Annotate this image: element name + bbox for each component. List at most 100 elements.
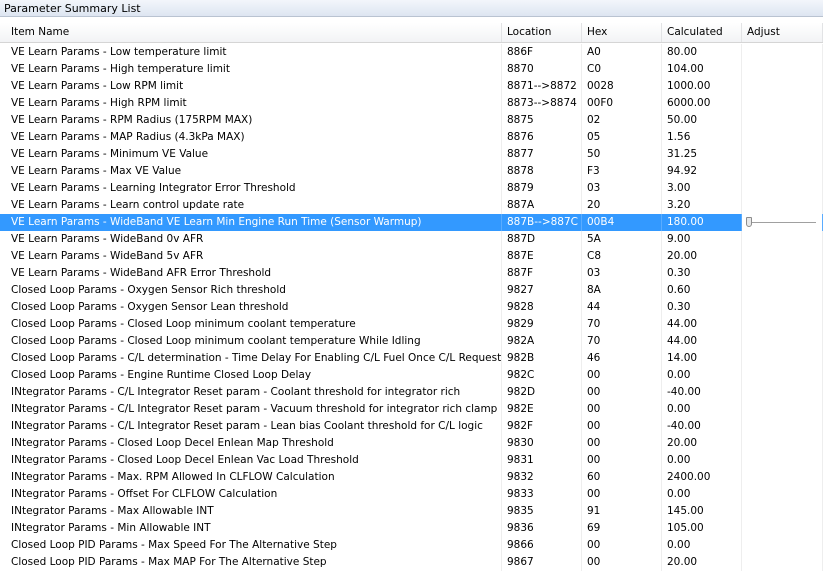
location-cell: 982D bbox=[502, 384, 582, 401]
hex-cell: 46 bbox=[582, 350, 662, 367]
item-name-cell: Closed Loop Params - Engine Runtime Clos… bbox=[6, 367, 502, 384]
location-cell: 9831 bbox=[502, 452, 582, 469]
adjust-cell bbox=[742, 265, 823, 282]
hex-cell: 50 bbox=[582, 146, 662, 163]
table-row[interactable]: VE Learn Params - WideBand AFR Error Thr… bbox=[0, 265, 823, 282]
table-row[interactable]: VE Learn Params - MAP Radius (4.3kPa MAX… bbox=[0, 129, 823, 146]
item-name-cell: VE Learn Params - High RPM limit bbox=[6, 95, 502, 112]
item-name-cell: Closed Loop PID Params - Max MAP For The… bbox=[6, 554, 502, 571]
table-row[interactable]: Closed Loop Params - Oxygen Sensor Rich … bbox=[0, 282, 823, 299]
table-row[interactable]: VE Learn Params - High RPM limit 8873-->8… bbox=[0, 95, 823, 112]
calculated-cell: -40.00 bbox=[662, 418, 742, 435]
hex-cell: 91 bbox=[582, 503, 662, 520]
item-name-cell: VE Learn Params - Learning Integrator Er… bbox=[6, 180, 502, 197]
calculated-cell: 3.00 bbox=[662, 180, 742, 197]
hex-cell: 00F0 bbox=[582, 95, 662, 112]
location-cell: 887E bbox=[502, 248, 582, 265]
adjust-cell bbox=[742, 163, 823, 180]
hex-cell: 00 bbox=[582, 435, 662, 452]
table-row[interactable]: INtegrator Params - Max Allowable INT 983… bbox=[0, 503, 823, 520]
table-row[interactable]: VE Learn Params - Max VE Value 8878 F3 94.9… bbox=[0, 163, 823, 180]
table-row[interactable]: VE Learn Params - High temperature limit… bbox=[0, 61, 823, 78]
location-cell: 886F bbox=[502, 44, 582, 61]
column-header-item-name[interactable]: Item Name bbox=[6, 23, 502, 42]
table-row[interactable]: VE Learn Params - RPM Radius (175RPM MAX… bbox=[0, 112, 823, 129]
calculated-cell: 0.30 bbox=[662, 265, 742, 282]
adjust-cell bbox=[742, 367, 823, 384]
table-row[interactable]: Closed Loop PID Params - Max Speed For T… bbox=[0, 537, 823, 554]
hex-cell: 0028 bbox=[582, 78, 662, 95]
table-row[interactable]: VE Learn Params - WideBand 5v AFR 887E C8 2… bbox=[0, 248, 823, 265]
adjust-cell bbox=[742, 180, 823, 197]
column-header-adjust[interactable]: Adjust bbox=[742, 23, 823, 42]
column-header-calculated[interactable]: Calculated bbox=[662, 23, 742, 42]
table-row[interactable]: Closed Loop PID Params - Max MAP For The… bbox=[0, 554, 823, 571]
adjust-slider-track[interactable] bbox=[746, 222, 816, 223]
table-row[interactable]: Closed Loop Params - Oxygen Sensor Lean … bbox=[0, 299, 823, 316]
hex-cell: 44 bbox=[582, 299, 662, 316]
adjust-cell bbox=[742, 435, 823, 452]
adjust-cell bbox=[742, 384, 823, 401]
table-row[interactable]: INtegrator Params - Min Allowable INT 983… bbox=[0, 520, 823, 537]
adjust-cell bbox=[742, 248, 823, 265]
table-row[interactable]: INtegrator Params - Closed Loop Decel En… bbox=[0, 435, 823, 452]
location-cell: 8878 bbox=[502, 163, 582, 180]
location-cell: 887D bbox=[502, 231, 582, 248]
table-row[interactable]: INtegrator Params - C/L Integrator Reset… bbox=[0, 418, 823, 435]
table-row[interactable]: INtegrator Params - C/L Integrator Reset… bbox=[0, 401, 823, 418]
location-cell: 887A bbox=[502, 197, 582, 214]
location-cell: 9835 bbox=[502, 503, 582, 520]
table-row[interactable]: INtegrator Params - C/L Integrator Reset… bbox=[0, 384, 823, 401]
item-name-cell: VE Learn Params - Learn control update r… bbox=[6, 197, 502, 214]
hex-cell: 70 bbox=[582, 316, 662, 333]
location-cell: 9867 bbox=[502, 554, 582, 571]
calculated-cell: 105.00 bbox=[662, 520, 742, 537]
table-row[interactable]: Closed Loop Params - C/L determination -… bbox=[0, 350, 823, 367]
location-cell: 8873-->8874 bbox=[502, 95, 582, 112]
table-row[interactable]: INtegrator Params - Closed Loop Decel En… bbox=[0, 452, 823, 469]
item-name-cell: VE Learn Params - Low temperature limit bbox=[6, 44, 502, 61]
item-name-cell: VE Learn Params - Max VE Value bbox=[6, 163, 502, 180]
column-header-hex[interactable]: Hex bbox=[582, 23, 662, 42]
table-row[interactable]: VE Learn Params - WideBand 0v AFR 887D 5A 9… bbox=[0, 231, 823, 248]
table-row[interactable]: Closed Loop Params - Closed Loop minimum… bbox=[0, 333, 823, 350]
calculated-cell: 0.30 bbox=[662, 299, 742, 316]
adjust-cell[interactable] bbox=[742, 214, 823, 231]
calculated-cell: 80.00 bbox=[662, 44, 742, 61]
calculated-cell: 145.00 bbox=[662, 503, 742, 520]
location-cell: 982B bbox=[502, 350, 582, 367]
table-row[interactable]: VE Learn Params - Learn control update r… bbox=[0, 197, 823, 214]
calculated-cell: 3.20 bbox=[662, 197, 742, 214]
item-name-cell: VE Learn Params - WideBand AFR Error Thr… bbox=[6, 265, 502, 282]
calculated-cell: 20.00 bbox=[662, 248, 742, 265]
table-row[interactable]: INtegrator Params - Max. RPM Allowed In … bbox=[0, 469, 823, 486]
hex-cell: A0 bbox=[582, 44, 662, 61]
calculated-cell: 0.00 bbox=[662, 486, 742, 503]
adjust-cell bbox=[742, 350, 823, 367]
table-row[interactable]: VE Learn Params - Low temperature limit 8… bbox=[0, 44, 823, 61]
title-bar: Parameter Summary List bbox=[0, 0, 823, 17]
adjust-cell bbox=[742, 469, 823, 486]
item-name-cell: VE Learn Params - RPM Radius (175RPM MAX… bbox=[6, 112, 502, 129]
parameter-summary-window: Parameter Summary List Item Name Locatio… bbox=[0, 0, 823, 571]
hex-cell: 00B4 bbox=[582, 214, 662, 231]
calculated-cell: 0.00 bbox=[662, 367, 742, 384]
hex-cell: 05 bbox=[582, 129, 662, 146]
table-row[interactable]: VE Learn Params - Minimum VE Value 8877 50… bbox=[0, 146, 823, 163]
table-row[interactable]: Closed Loop Params - Engine Runtime Clos… bbox=[0, 367, 823, 384]
column-header-location[interactable]: Location bbox=[502, 23, 582, 42]
table-row[interactable]: INtegrator Params - Offset For CLFLOW Ca… bbox=[0, 486, 823, 503]
item-name-cell: VE Learn Params - WideBand VE Learn Min … bbox=[6, 214, 502, 231]
hex-cell: 8A bbox=[582, 282, 662, 299]
table-row[interactable]: Closed Loop Params - Closed Loop minimum… bbox=[0, 316, 823, 333]
calculated-cell: 44.00 bbox=[662, 333, 742, 350]
table-row[interactable]: VE Learn Params - Low RPM limit 8871-->88… bbox=[0, 78, 823, 95]
hex-cell: 00 bbox=[582, 486, 662, 503]
table-row[interactable]: VE Learn Params - WideBand VE Learn Min … bbox=[0, 214, 823, 231]
adjust-slider-thumb[interactable] bbox=[746, 217, 752, 227]
table-row[interactable]: VE Learn Params - Learning Integrator Er… bbox=[0, 180, 823, 197]
calculated-cell: 14.00 bbox=[662, 350, 742, 367]
hex-cell: 00 bbox=[582, 384, 662, 401]
calculated-cell: 1.56 bbox=[662, 129, 742, 146]
calculated-cell: 50.00 bbox=[662, 112, 742, 129]
